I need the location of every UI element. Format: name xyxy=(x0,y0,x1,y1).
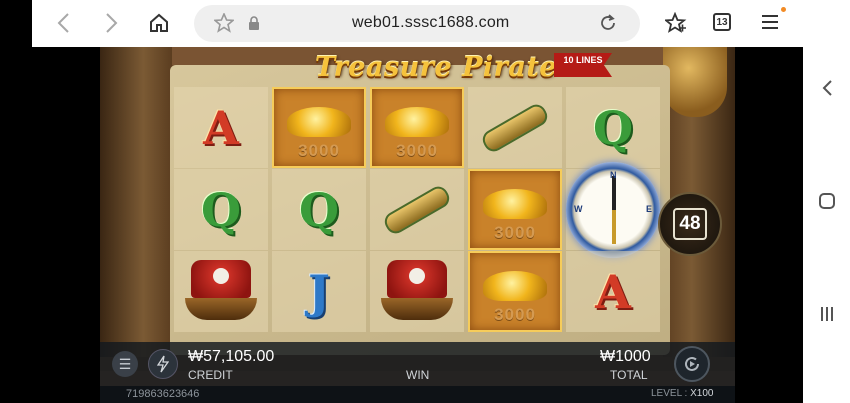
symbol-value: 3000 xyxy=(494,222,536,242)
reel-grid: A Q 3000 Q J 3000 3000 3000 Q N W E A xyxy=(174,87,662,335)
symbol-pirate-ship-icon xyxy=(179,256,263,328)
system-home-icon[interactable] xyxy=(815,189,839,213)
symbol-gold-coins: 3000 xyxy=(375,93,459,163)
compass-dir-w: W xyxy=(574,203,583,214)
reel-cell: Q xyxy=(272,169,366,250)
spin-button[interactable] xyxy=(674,346,710,382)
free-spin-counter: 48 xyxy=(658,192,722,256)
lines-badge: 10 LINES xyxy=(554,53,612,77)
game-logo: Treasure Pirate xyxy=(296,50,576,84)
symbol-compass-icon: N W E xyxy=(566,161,660,258)
level-indicator: LEVEL : X100 xyxy=(651,388,713,399)
reel-cell: 3000 xyxy=(468,251,562,332)
symbol-gold-coins: 3000 xyxy=(473,257,557,327)
reel-cell: A xyxy=(566,251,660,332)
reel-cell: A xyxy=(174,87,268,168)
reel-cell: 3000 xyxy=(272,87,366,168)
skull-icon xyxy=(409,267,425,284)
compass-dir-e: E xyxy=(646,203,653,214)
symbol-spyglass-icon xyxy=(479,100,551,155)
total-bet-label: TOTAL xyxy=(610,368,648,382)
reel-cell: Q xyxy=(174,169,268,250)
tab-count-icon[interactable]: 13 xyxy=(713,13,731,31)
symbol-a: A xyxy=(203,100,239,155)
menu-button[interactable]: ☰ xyxy=(112,351,138,377)
bookmarks-icon[interactable] xyxy=(663,11,687,39)
reel-cell xyxy=(174,251,268,332)
system-nav-bar xyxy=(803,0,850,403)
url-text: web01.sssc1688.com xyxy=(352,14,510,31)
gold-pile-icon xyxy=(483,188,547,219)
counter-value: 48 xyxy=(673,208,707,240)
symbol-value: 3000 xyxy=(298,140,340,160)
spin-icon xyxy=(685,356,699,371)
notification-dot xyxy=(781,7,786,12)
forward-icon[interactable] xyxy=(97,8,127,38)
slot-game: Treasure Pirate 10 LINES A Q 3000 Q J 3000 300… xyxy=(100,47,735,403)
reload-icon[interactable] xyxy=(598,13,618,38)
ship-hull xyxy=(381,297,453,320)
reel-cell: N W E xyxy=(566,161,660,258)
reel-cell xyxy=(370,251,464,332)
menu-icon[interactable] xyxy=(761,14,779,35)
lantern-decoration xyxy=(663,47,727,117)
symbol-value: 3000 xyxy=(494,304,536,324)
browser-toolbar: web01.sssc1688.com 13 xyxy=(32,0,803,47)
lock-icon xyxy=(248,16,260,36)
reel-cell: 3000 xyxy=(370,87,464,168)
credit-value: ₩57,105.00 xyxy=(188,348,275,365)
level-value: X100 xyxy=(690,388,714,399)
skull-icon xyxy=(213,267,229,284)
bookmark-star-icon[interactable] xyxy=(212,11,236,38)
level-label: LEVEL : xyxy=(651,388,691,399)
game-title: Treasure Pirate xyxy=(314,51,558,83)
game-footer: 719863623646 LEVEL : X100 xyxy=(100,386,735,403)
reel-cell: 3000 xyxy=(468,169,562,250)
win-label: WIN xyxy=(406,368,430,382)
total-bet-value[interactable]: ₩1000 xyxy=(600,348,651,366)
back-icon[interactable] xyxy=(48,8,78,38)
home-icon[interactable] xyxy=(144,8,174,38)
credit-label: CREDIT xyxy=(188,368,233,382)
symbol-a: A xyxy=(595,264,631,319)
reel-cell: J xyxy=(272,251,366,332)
symbol-q: Q xyxy=(298,182,340,237)
compass-needle xyxy=(612,175,616,244)
gold-pile-icon xyxy=(385,106,449,137)
screen: web01.sssc1688.com 13 Treasure Pirate 10… xyxy=(0,0,850,403)
system-back-icon[interactable] xyxy=(815,76,839,100)
gold-pile-icon xyxy=(483,270,547,301)
ship-hull xyxy=(185,297,257,320)
symbol-pirate-ship-icon xyxy=(375,256,459,328)
system-recents-icon[interactable] xyxy=(815,302,839,326)
compass-dir-n: N xyxy=(610,169,617,180)
reel-cell xyxy=(468,87,562,168)
symbol-gold-coins: 3000 xyxy=(473,175,557,245)
symbol-q: Q xyxy=(200,182,242,237)
left-decoration xyxy=(100,47,172,357)
gold-pile-icon xyxy=(287,106,351,137)
control-panel: ☰ ₩57,105.00 CREDIT WIN ₩1000 TOTAL xyxy=(100,342,735,386)
address-bar[interactable]: web01.sssc1688.com xyxy=(194,5,640,42)
symbol-spyglass-icon xyxy=(381,182,453,237)
lightning-icon xyxy=(157,355,169,373)
reel-cell: Q xyxy=(566,87,660,168)
symbol-j: J xyxy=(308,264,330,319)
round-id: 719863623646 xyxy=(126,388,200,400)
symbol-q: Q xyxy=(592,100,634,155)
turbo-button[interactable] xyxy=(148,349,178,379)
symbol-value: 3000 xyxy=(396,140,438,160)
reel-cell xyxy=(370,169,464,250)
symbol-gold-coins: 3000 xyxy=(277,93,361,163)
